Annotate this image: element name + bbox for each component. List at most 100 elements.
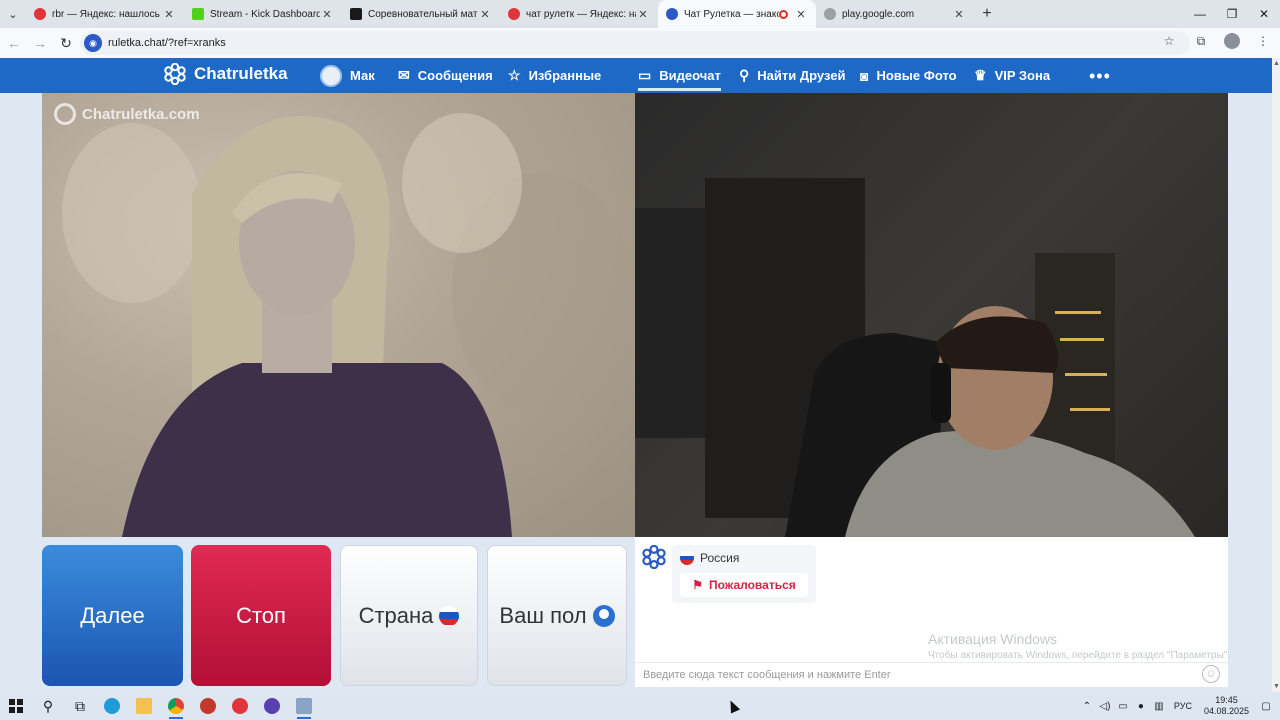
browser-menu-icon[interactable]: ⋮ <box>1254 34 1272 48</box>
activation-title: Активация Windows <box>928 631 1058 647</box>
nav-item-messages[interactable]: ✉ Сообщения <box>398 58 493 93</box>
chat-panel: Россия ⚑ Пожаловаться Активация Windows … <box>635 537 1230 687</box>
stop-button-label: Стоп <box>236 602 286 628</box>
chat-input-placeholder: Введите сюда текст сообщения и нажмите E… <box>643 669 891 681</box>
crown-icon: ♛ <box>974 67 987 83</box>
emoji-icon[interactable]: ☺ <box>1202 665 1220 683</box>
browser-tab[interactable]: Соревновательный матч FACE ✕ <box>342 0 500 28</box>
tab-close-icon[interactable]: ✕ <box>636 8 650 21</box>
globe-favicon-icon <box>824 8 836 20</box>
profile-avatar-icon[interactable] <box>1224 33 1240 49</box>
clock[interactable]: 19:45 04.08.2025 <box>1204 695 1249 717</box>
tab-search-chevron-icon[interactable]: ⌄ <box>0 0 26 28</box>
nav-item-vip[interactable]: ♛ VIP Зона <box>974 58 1050 93</box>
scroll-down-icon[interactable]: ▼ <box>1273 683 1280 690</box>
browser-tab[interactable]: rbr — Яндекс: нашлось 5 тыс. ✕ <box>26 0 184 28</box>
tray-chevron-icon[interactable]: ⌃ <box>1079 701 1095 712</box>
browser-tab-strip: ⌄ rbr — Яндекс: нашлось 5 тыс. ✕ Stream … <box>0 0 1280 28</box>
browser-tab-active[interactable]: Чат Рулетка — знакомства ✕ <box>658 0 816 28</box>
activation-text: Чтобы активировать Windows, перейдите в … <box>928 650 1231 661</box>
tab-close-icon[interactable]: ✕ <box>794 8 808 21</box>
windows-start-icon[interactable] <box>0 692 32 720</box>
tab-label: rbr — Яндекс: нашлось 5 тыс. <box>52 8 162 20</box>
next-button[interactable]: Далее <box>42 545 183 686</box>
chatruletka-logo[interactable]: Chatruletka <box>164 63 288 85</box>
maximize-button[interactable]: ❐ <box>1216 0 1248 28</box>
chrome-icon[interactable] <box>160 692 192 720</box>
extensions-icon[interactable]: ⧉ <box>1192 34 1210 49</box>
tab-close-icon[interactable]: ✕ <box>952 8 966 21</box>
partner-country: Россия <box>680 551 739 565</box>
search-icon[interactable]: ⚲ <box>32 692 64 720</box>
edge-icon[interactable] <box>96 692 128 720</box>
display-icon[interactable]: ▭ <box>1115 701 1131 712</box>
site-info-icon[interactable]: ◉ <box>84 34 102 52</box>
file-explorer-icon[interactable] <box>128 692 160 720</box>
speaker-icon[interactable]: ◁) <box>1097 701 1113 712</box>
page-scrollbar[interactable]: ▲ ▼ <box>1272 58 1280 692</box>
windows-activation-watermark: Активация Windows Чтобы активировать Win… <box>928 631 1230 661</box>
minimize-button[interactable]: — <box>1184 0 1216 28</box>
window-controls: — ❐ ✕ <box>1184 0 1280 28</box>
russia-flag-icon <box>680 551 694 565</box>
clock-time: 19:45 <box>1215 695 1238 705</box>
partner-info-card: Россия ⚑ Пожаловаться <box>672 545 816 603</box>
back-arrow-icon[interactable]: ← <box>2 31 26 55</box>
tab-label: Stream - Kick Dashboard <box>210 8 320 20</box>
nav-item-label: VIP Зона <box>994 68 1051 83</box>
nav-item-profile[interactable]: Мак <box>320 58 375 93</box>
close-window-button[interactable]: ✕ <box>1248 0 1280 28</box>
gender-select-button[interactable]: Ваш пол <box>487 545 627 686</box>
nav-item-find-friends[interactable]: ⚲ Найти Друзей <box>739 58 845 93</box>
microphone-icon[interactable]: ● <box>1133 701 1149 712</box>
avatar-icon <box>320 64 342 87</box>
browser-tab[interactable]: play.google.com ✕ <box>816 0 974 28</box>
watermark-text: Chatruletka.com <box>82 105 200 123</box>
browser-tab[interactable]: чат рулетк — Яндекс: нашлос ✕ <box>500 0 658 28</box>
partner-country-label: Россия <box>700 551 740 565</box>
tab-close-icon[interactable]: ✕ <box>320 8 334 21</box>
nav-item-videochat[interactable]: ▭ Видеочат <box>638 58 721 93</box>
url-input[interactable]: ◉ ruletka.chat/?ref=xranks <box>80 31 1190 55</box>
chat-message-input[interactable]: Введите сюда текст сообщения и нажмите E… <box>635 662 1228 687</box>
recording-indicator-icon <box>779 9 788 19</box>
report-button[interactable]: ⚑ Пожаловаться <box>680 573 808 597</box>
app-red-icon[interactable] <box>224 692 256 720</box>
app-shield-icon[interactable] <box>192 692 224 720</box>
notifications-icon[interactable]: ▢ <box>1258 701 1274 712</box>
watermark: Chatruletka.com <box>54 103 200 125</box>
nav-item-label: Найти Друзей <box>757 68 846 83</box>
chatruletka-favicon-icon <box>666 8 678 20</box>
nav-item-new-photos[interactable]: ◙ Новые Фото <box>860 58 957 93</box>
tab-close-icon[interactable]: ✕ <box>162 8 176 21</box>
kick-favicon-icon <box>192 8 204 20</box>
yandex-favicon-icon <box>508 8 520 20</box>
partner-video: Chatruletka.com <box>42 93 635 537</box>
country-select-button[interactable]: Страна <box>340 545 478 686</box>
obs-icon[interactable] <box>256 692 288 720</box>
logo-text: Chatruletka <box>194 64 288 83</box>
new-tab-button[interactable]: + <box>974 0 1000 28</box>
forward-arrow-icon[interactable]: → <box>28 31 52 55</box>
search-icon: ⚲ <box>739 67 750 83</box>
task-view-icon[interactable]: ⧉ <box>64 692 96 720</box>
browser-tab[interactable]: Stream - Kick Dashboard ✕ <box>184 0 342 28</box>
stop-button[interactable]: Стоп <box>191 545 331 686</box>
nav-item-label: Сообщения <box>417 68 493 83</box>
more-menu-icon[interactable]: ••• <box>1089 66 1111 87</box>
nav-item-label: Новые Фото <box>876 68 957 83</box>
tab-close-icon[interactable]: ✕ <box>478 8 492 21</box>
self-video-frame <box>635 178 1195 537</box>
tab-label: Соревновательный матч FACE <box>368 8 478 20</box>
network-icon[interactable]: ▥ <box>1151 701 1167 712</box>
window-app-icon[interactable] <box>288 692 320 720</box>
chatruletka-small-logo-icon <box>642 545 666 569</box>
tab-label: чат рулетк — Яндекс: нашлос <box>526 8 636 20</box>
input-language[interactable]: РУС <box>1174 701 1192 711</box>
country-button-label: Страна <box>358 602 434 628</box>
next-button-label: Далее <box>80 602 145 628</box>
reload-icon[interactable]: ↻ <box>54 31 78 55</box>
scroll-up-icon[interactable]: ▲ <box>1273 60 1280 67</box>
bookmark-star-icon[interactable]: ☆ <box>1160 34 1178 48</box>
nav-item-favorites[interactable]: ☆ Избранные <box>508 58 601 93</box>
